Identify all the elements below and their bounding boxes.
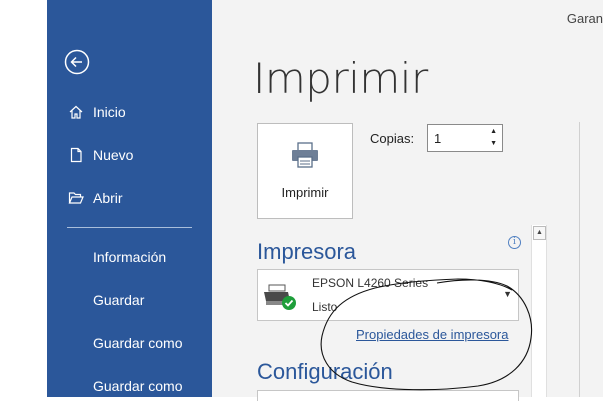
home-icon xyxy=(67,103,85,121)
chevron-down-icon[interactable]: ▼ xyxy=(503,289,512,299)
sidebar-item-guardar-como-2[interactable]: Guardar como xyxy=(93,378,182,394)
print-button-label: Imprimir xyxy=(281,185,329,200)
settings-section-title: Configuración xyxy=(257,359,393,384)
back-button[interactable] xyxy=(64,49,90,75)
window-left-gap xyxy=(0,0,47,397)
sidebar-item-guardar[interactable]: Guardar xyxy=(93,292,144,308)
printer-dropdown[interactable]: EPSON L4260 Series Listo ▼ xyxy=(257,269,519,321)
sidebar-item-label: Información xyxy=(93,249,167,265)
sidebar-item-label: Guardar como xyxy=(93,335,183,351)
copies-label: Copias: xyxy=(370,131,415,146)
sidebar-item-label: Guardar como xyxy=(93,378,183,394)
printer-ready-icon xyxy=(264,284,296,310)
info-icon[interactable]: i xyxy=(508,236,521,249)
sidebar-item-abrir[interactable]: Abrir xyxy=(67,189,123,207)
sidebar-item-informacion[interactable]: Información xyxy=(93,249,166,265)
backstage-sidebar: Inicio Nuevo Abrir Información Guardar G… xyxy=(47,0,212,397)
settings-scrollbar[interactable]: ▲ xyxy=(531,225,547,397)
print-button[interactable]: Imprimir xyxy=(257,123,353,219)
sidebar-item-label: Nuevo xyxy=(93,147,134,163)
account-label[interactable]: Garan xyxy=(567,11,603,26)
sidebar-item-nuevo[interactable]: Nuevo xyxy=(67,146,133,164)
stepper-up-icon[interactable]: ▲ xyxy=(490,128,497,135)
open-folder-icon xyxy=(67,189,85,207)
back-arrow-icon xyxy=(64,49,90,75)
page-title: Imprimir xyxy=(253,54,428,103)
settings-dropdown[interactable] xyxy=(257,390,519,401)
sidebar-item-label: Abrir xyxy=(93,190,123,206)
print-panel: Garan Imprimir Imprimir Copias: 1 ▲ ▼ Im… xyxy=(212,0,603,401)
printer-status: Listo xyxy=(312,300,338,314)
new-document-icon xyxy=(67,146,85,164)
preview-divider xyxy=(579,122,580,397)
sidebar-item-inicio[interactable]: Inicio xyxy=(67,103,126,121)
printer-icon xyxy=(292,142,318,168)
copies-stepper[interactable]: 1 ▲ ▼ xyxy=(427,124,503,152)
scroll-up-icon[interactable]: ▲ xyxy=(533,226,546,240)
printer-section-title: Impresora xyxy=(257,239,357,264)
sidebar-item-label: Guardar xyxy=(93,292,145,308)
sidebar-divider xyxy=(67,227,192,228)
stepper-down-icon[interactable]: ▼ xyxy=(490,140,497,147)
printer-name: EPSON L4260 Series xyxy=(312,276,429,290)
printer-properties-link[interactable]: Propiedades de impresora xyxy=(356,327,508,342)
copies-value[interactable]: 1 xyxy=(434,131,441,146)
sidebar-item-guardar-como[interactable]: Guardar como xyxy=(93,335,182,351)
sidebar-item-label: Inicio xyxy=(93,104,126,120)
